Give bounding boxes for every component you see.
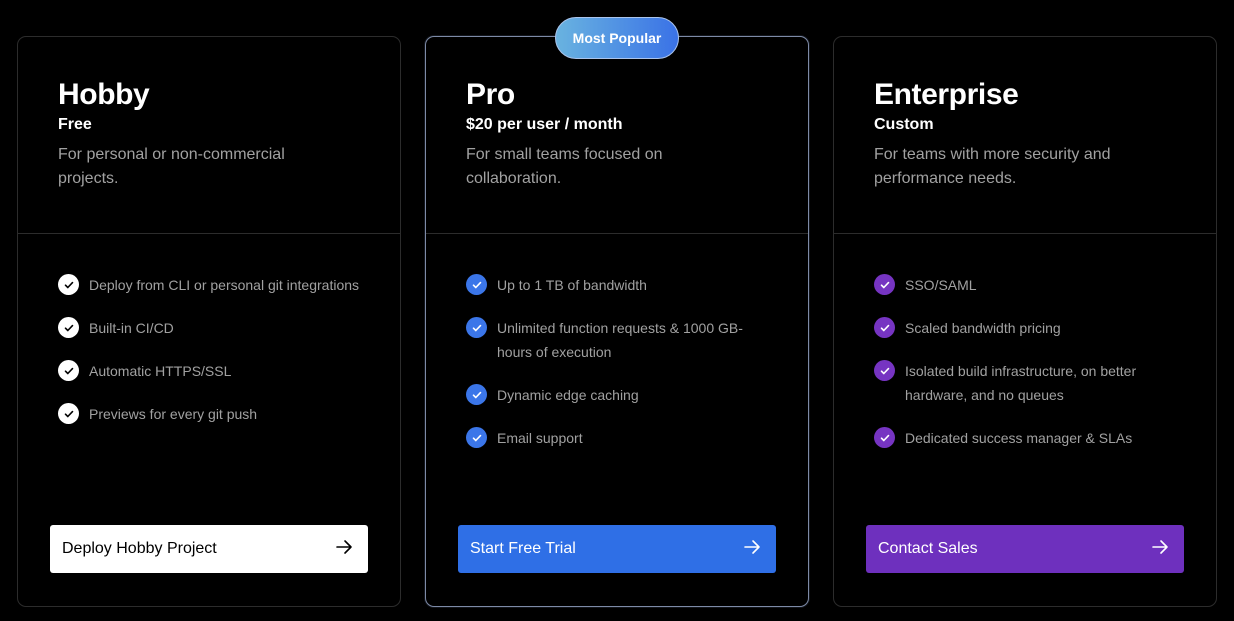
plan-title: Pro xyxy=(466,78,515,111)
cta-label: Deploy Hobby Project xyxy=(62,540,217,557)
start-free-trial-button[interactable]: Start Free Trial xyxy=(458,525,776,573)
plan-card-enterprise: Enterprise Custom For teams with more se… xyxy=(833,36,1217,607)
plan-price: Free xyxy=(58,116,92,133)
check-icon xyxy=(466,274,487,295)
feature-item: Email support xyxy=(466,427,768,450)
feature-text: Up to 1 TB of bandwidth xyxy=(497,277,647,293)
feature-text: Isolated build infrastructure, on better… xyxy=(905,363,1137,403)
check-icon xyxy=(466,384,487,405)
feature-item: Up to 1 TB of bandwidth xyxy=(466,274,768,297)
feature-text: Dynamic edge caching xyxy=(497,387,639,403)
arrow-right-icon xyxy=(1150,537,1170,562)
feature-text: Scaled bandwidth pricing xyxy=(905,320,1061,336)
arrow-right-icon xyxy=(742,537,762,562)
plan-card-pro: Most Popular Pro $20 per user / month Fo… xyxy=(425,17,809,607)
feature-item: Built-in CI/CD xyxy=(58,317,360,340)
arrow-right-icon xyxy=(334,537,354,562)
plan-description: For small teams focused on collaboration… xyxy=(466,146,663,187)
feature-text: Built-in CI/CD xyxy=(89,320,174,336)
feature-text: SSO/SAML xyxy=(905,277,977,293)
check-icon xyxy=(874,360,895,381)
check-icon xyxy=(874,317,895,338)
feature-item: Isolated build infrastructure, on better… xyxy=(874,360,1176,407)
feature-item: Dynamic edge caching xyxy=(466,384,768,407)
check-icon xyxy=(466,427,487,448)
check-icon xyxy=(874,274,895,295)
plan-header: Hobby Free For personal or non-commercia… xyxy=(18,37,400,234)
check-icon xyxy=(58,403,79,424)
check-icon xyxy=(58,317,79,338)
feature-list: SSO/SAML Scaled bandwidth pricing Isolat… xyxy=(834,234,1216,450)
check-icon xyxy=(58,360,79,381)
cta-label: Start Free Trial xyxy=(470,540,576,557)
cta-label: Contact Sales xyxy=(878,540,978,557)
feature-text: Previews for every git push xyxy=(89,406,258,422)
feature-item: SSO/SAML xyxy=(874,274,1176,297)
plan-price: $20 per user / month xyxy=(466,116,623,133)
plan-title: Enterprise xyxy=(874,78,1019,111)
feature-text: Deploy from CLI or personal git integrat… xyxy=(89,277,360,293)
check-icon xyxy=(874,427,895,448)
most-popular-badge: Most Popular xyxy=(555,17,679,59)
plan-header: Enterprise Custom For teams with more se… xyxy=(834,37,1216,234)
deploy-hobby-project-button[interactable]: Deploy Hobby Project xyxy=(50,525,368,573)
feature-text: Dedicated success manager & SLAs xyxy=(905,430,1133,446)
plan-price: Custom xyxy=(874,116,934,133)
feature-text: Automatic HTTPS/SSL xyxy=(89,363,232,379)
feature-text: Unlimited function requests & 1000 GB-ho… xyxy=(497,320,743,360)
feature-item: Dedicated success manager & SLAs xyxy=(874,427,1176,450)
feature-text: Email support xyxy=(497,430,583,446)
check-icon xyxy=(466,317,487,338)
contact-sales-button[interactable]: Contact Sales xyxy=(866,525,1184,573)
plan-description: For teams with more security and perform… xyxy=(874,146,1111,187)
check-icon xyxy=(58,274,79,295)
feature-item: Previews for every git push xyxy=(58,403,360,426)
feature-list: Up to 1 TB of bandwidth Unlimited functi… xyxy=(426,234,808,450)
plan-header: Pro $20 per user / month For small teams… xyxy=(426,37,808,234)
feature-list: Deploy from CLI or personal git integrat… xyxy=(18,234,400,426)
plan-description: For personal or non-commercial projects. xyxy=(58,146,285,187)
plan-card-hobby: Hobby Free For personal or non-commercia… xyxy=(17,36,401,607)
feature-item: Scaled bandwidth pricing xyxy=(874,317,1176,340)
feature-item: Deploy from CLI or personal git integrat… xyxy=(58,274,360,297)
plan-title: Hobby xyxy=(58,78,150,111)
feature-item: Unlimited function requests & 1000 GB-ho… xyxy=(466,317,768,364)
feature-item: Automatic HTTPS/SSL xyxy=(58,360,360,383)
